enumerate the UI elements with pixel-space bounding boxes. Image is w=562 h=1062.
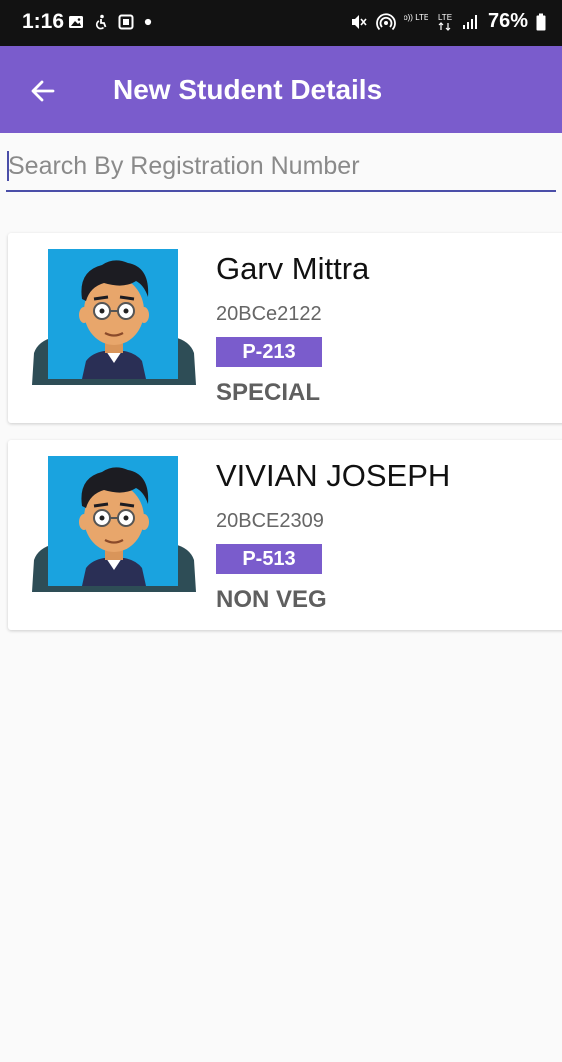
page-title: New Student Details — [113, 74, 383, 105]
status-system-icons: Vo)) LTE1 LTE 76% — [350, 10, 546, 33]
student-name: VIVIAN JOSEPH — [216, 458, 451, 493]
registration-number: 20BCE2309 — [216, 510, 324, 532]
room-badge: P-213 — [216, 337, 322, 367]
status-time: 1:16 — [22, 10, 65, 33]
meal-type: NON VEG — [216, 586, 327, 613]
search-input[interactable] — [8, 146, 552, 186]
student-card[interactable]: Garv Mittra 20BCe2122 P-213 SPECIAL — [8, 233, 562, 423]
signal-icon — [462, 14, 477, 29]
student-card[interactable]: VIVIAN JOSEPH 20BCE2309 P-513 NON VEG — [8, 440, 562, 630]
status-notification-icons — [68, 14, 153, 30]
student-avatar — [32, 456, 196, 592]
volte-lte-icon: Vo)) LTE1 — [404, 13, 428, 22]
gallery-icon — [69, 16, 83, 28]
mute-icon — [351, 14, 367, 29]
search-field[interactable] — [6, 142, 556, 192]
app-bar: New Student Details — [0, 46, 562, 133]
accessibility-icon — [95, 14, 107, 30]
status-bar: 1:16 Vo)) LTE1 — [0, 0, 562, 46]
room-badge: P-513 — [216, 544, 322, 574]
hotspot-icon — [376, 12, 396, 30]
dot-icon — [144, 18, 152, 26]
battery-percent: 76% — [487, 10, 528, 32]
app-icon — [118, 14, 134, 30]
lte-label: LTE — [438, 13, 452, 22]
student-avatar — [32, 249, 196, 385]
student-name: Garv Mittra — [216, 251, 370, 286]
back-button[interactable] — [22, 70, 64, 112]
back-arrow-icon — [31, 80, 55, 102]
registration-number: 20BCe2122 — [216, 303, 322, 325]
meal-type: SPECIAL — [216, 379, 321, 406]
lte-data-icon: LTE — [438, 13, 452, 31]
battery-icon — [536, 13, 546, 30]
volte-label: Vo)) LTE1 — [404, 13, 428, 22]
